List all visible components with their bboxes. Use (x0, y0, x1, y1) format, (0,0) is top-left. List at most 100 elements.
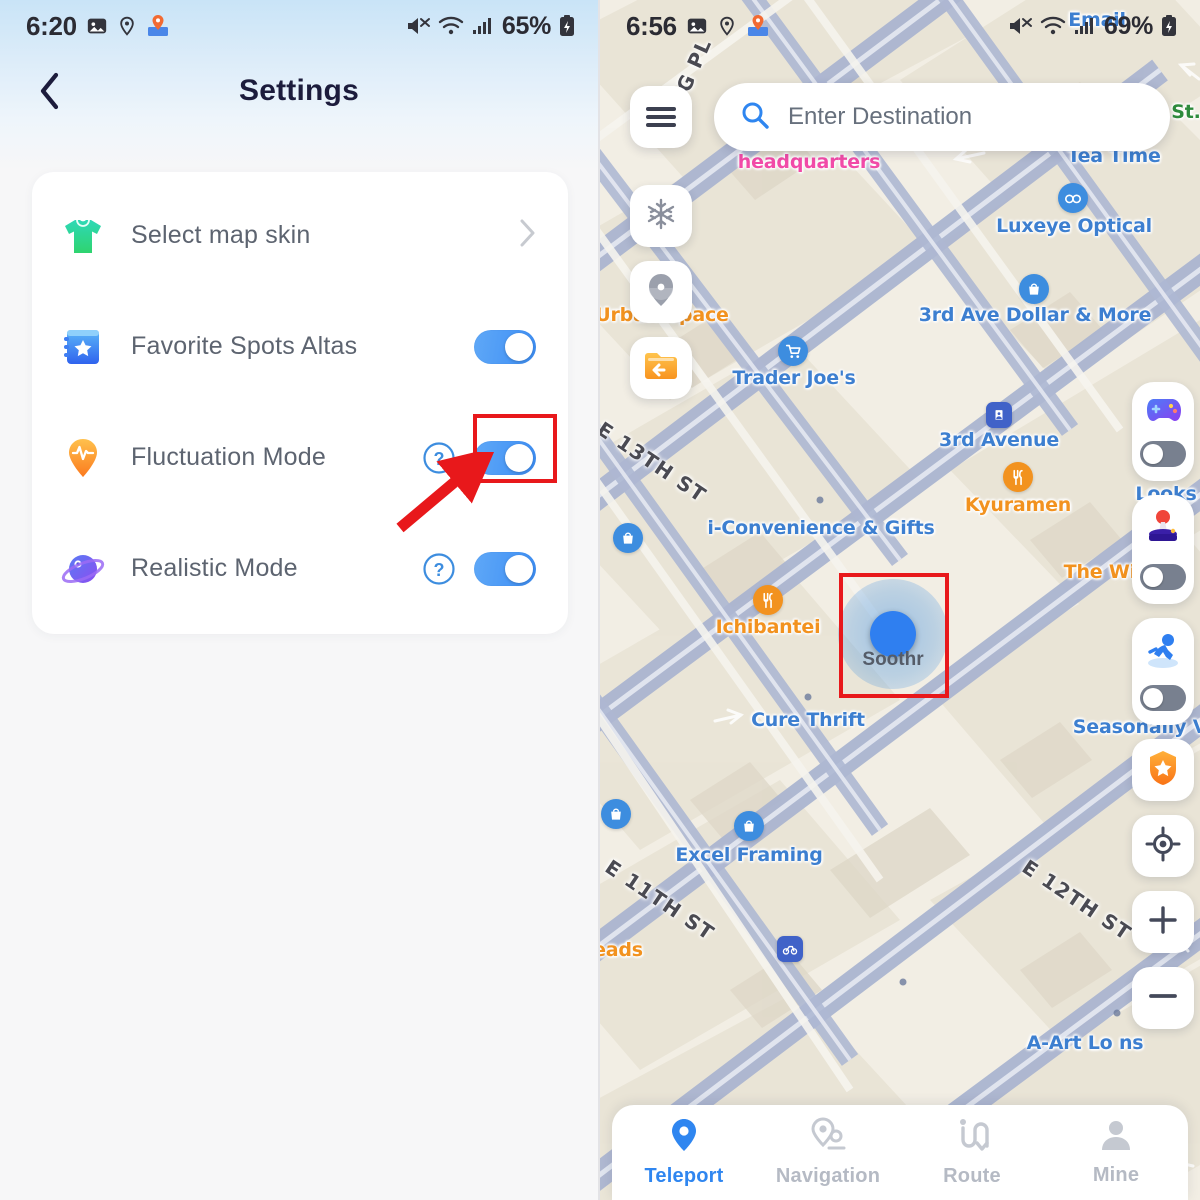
user-location-marker[interactable]: Soothr (838, 579, 948, 689)
map-right-rail (1132, 382, 1194, 1029)
map-poi-marker[interactable] (753, 585, 783, 615)
pulse-pin-icon (57, 432, 109, 484)
map-marker-icon (746, 14, 770, 38)
planet-icon (57, 543, 109, 595)
map-screen: 6:56 69% Email St. G PL headquarters Tea… (600, 0, 1200, 1200)
map-dot (1113, 1009, 1121, 1017)
my-location-button[interactable] (1132, 815, 1194, 877)
map-status-battery-percent: 69% (1103, 11, 1153, 40)
map-poi-marker[interactable] (1058, 183, 1088, 213)
status-bar-right: 65% (405, 12, 576, 41)
navigation-pin-icon (809, 1117, 847, 1158)
map-dot (899, 978, 907, 986)
map-left-rail (630, 185, 692, 399)
zoom-in-button[interactable] (1132, 891, 1194, 953)
page-title: Settings (239, 74, 359, 107)
fluctuation-mode-toggle[interactable] (474, 440, 536, 475)
svg-text:?: ? (434, 560, 445, 580)
gamepad-icon (1142, 394, 1184, 431)
setting-row-realistic-mode[interactable]: Realistic Mode ? (32, 513, 568, 624)
setting-control[interactable]: ? (422, 551, 536, 586)
map-status-bar: 6:56 69% (600, 0, 1200, 52)
nav-tab-route[interactable]: Route (900, 1105, 1044, 1200)
back-button[interactable] (28, 69, 72, 113)
map-poi-marker[interactable] (1003, 462, 1033, 492)
nav-label: Mine (1092, 1164, 1140, 1186)
wifi-icon (1040, 15, 1066, 37)
help-question-icon[interactable]: ? (422, 552, 456, 586)
map-poi-marker[interactable] (1019, 274, 1049, 304)
settings-title-bar: Settings (0, 52, 598, 130)
bottom-navigation-bar: Teleport Navigation Route Mine (612, 1105, 1188, 1200)
map-poi-marker[interactable] (778, 336, 808, 366)
signal-icon (471, 15, 495, 37)
nav-tab-navigation[interactable]: Navigation (756, 1105, 900, 1200)
joystick-gamepad-toggle[interactable] (1132, 382, 1194, 481)
map-poi-marker[interactable] (986, 402, 1012, 428)
pin-icon (667, 1117, 701, 1158)
location-pin-icon (117, 15, 137, 37)
setting-label: Realistic Mode (131, 554, 298, 582)
running-person-icon (1142, 630, 1184, 675)
gamepad-toggle-switch[interactable] (1140, 441, 1186, 467)
minus-icon (1146, 979, 1180, 1018)
tshirt-icon (57, 210, 109, 262)
joystick-toggle-switch[interactable] (1140, 564, 1186, 590)
realistic-mode-toggle[interactable] (474, 551, 536, 586)
map-dot (804, 693, 812, 701)
search-icon (740, 100, 770, 135)
snowflake-icon (644, 197, 678, 236)
map-poi-marker[interactable] (613, 523, 643, 553)
search-input[interactable]: Enter Destination (714, 83, 1170, 151)
nav-tab-teleport[interactable]: Teleport (612, 1105, 756, 1200)
settings-status-bar: 6:20 65% (0, 0, 598, 52)
setting-row-select-map-skin[interactable]: Select map skin (32, 180, 568, 291)
map-poi-marker[interactable] (734, 811, 764, 841)
mute-icon (1007, 15, 1033, 37)
favorites-book-icon (57, 321, 109, 373)
signal-icon (1073, 15, 1097, 37)
setting-control[interactable] (518, 218, 536, 253)
nav-label: Route (943, 1165, 1001, 1187)
map-dot (816, 496, 824, 504)
map-poi-marker[interactable] (601, 799, 631, 829)
help-question-icon[interactable]: ? (422, 441, 456, 475)
setting-row-fluctuation-mode[interactable]: Fluctuation Mode ? (32, 402, 568, 513)
arcade-joystick-toggle[interactable] (1132, 495, 1194, 604)
map-top-bar: Enter Destination (600, 83, 1200, 151)
person-icon (1099, 1118, 1133, 1157)
setting-control[interactable]: ? (422, 440, 536, 475)
image-icon (686, 15, 708, 37)
favorite-spots-toggle[interactable] (474, 329, 536, 364)
image-icon (86, 15, 108, 37)
map-status-left: 6:56 (626, 11, 770, 42)
status-battery-percent: 65% (501, 11, 551, 40)
status-time: 6:20 (26, 10, 77, 41)
svg-text:?: ? (434, 449, 445, 469)
hamburger-menu-icon[interactable] (630, 86, 692, 148)
location-accuracy-halo (838, 579, 948, 689)
settings-list-card: Select map skin Favorite Spots Altas Flu… (32, 172, 568, 634)
freeze-button[interactable] (630, 185, 692, 247)
battery-charging-icon (558, 14, 576, 38)
chevron-right-icon[interactable] (518, 218, 536, 253)
walk-simulation-toggle[interactable] (1132, 618, 1194, 725)
mute-icon (405, 15, 431, 37)
user-marker-label: Soothr (862, 649, 924, 670)
walk-toggle-switch[interactable] (1140, 685, 1186, 711)
pin-mode-button[interactable] (630, 261, 692, 323)
nav-label: Teleport (644, 1165, 724, 1187)
zoom-out-button[interactable] (1132, 967, 1194, 1029)
plus-icon (1146, 903, 1180, 942)
setting-row-favorite-spots-altas[interactable]: Favorite Spots Altas (32, 291, 568, 402)
nav-tab-mine[interactable]: Mine (1044, 1105, 1188, 1200)
map-status-right: 69% (1007, 12, 1178, 41)
map-poi-marker[interactable] (777, 936, 803, 962)
setting-label: Select map skin (131, 221, 311, 249)
map-marker-icon (146, 14, 170, 38)
folder-back-icon (642, 349, 680, 388)
search-placeholder-text: Enter Destination (788, 103, 973, 130)
history-folder-button[interactable] (630, 337, 692, 399)
favorites-button[interactable] (1132, 739, 1194, 801)
setting-control[interactable] (474, 329, 536, 364)
